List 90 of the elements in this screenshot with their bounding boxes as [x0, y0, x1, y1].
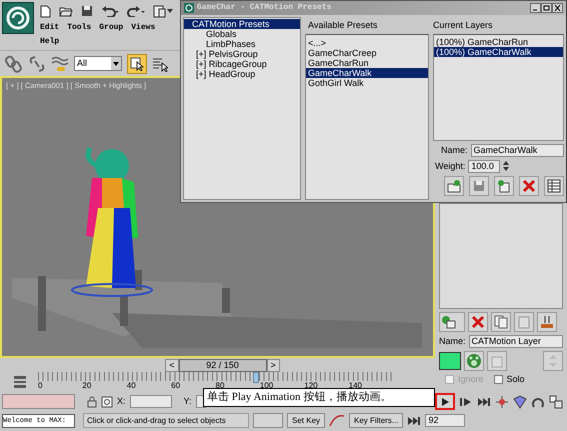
- track-bar-toggle-icon[interactable]: [12, 375, 28, 389]
- tree-item[interactable]: [+] PelvisGroup: [184, 49, 300, 59]
- tick-label: 60: [171, 381, 182, 391]
- next-frame-icon[interactable]: [459, 396, 473, 406]
- y-label: Y:: [184, 396, 192, 407]
- field-of-view-icon[interactable]: [513, 394, 527, 408]
- menu-item[interactable]: Group: [95, 22, 128, 36]
- tick-label: 100: [260, 381, 274, 391]
- new-file-icon[interactable]: [40, 4, 51, 18]
- layer-color-swatch[interactable]: [439, 352, 461, 370]
- delete-icon[interactable]: [468, 312, 488, 332]
- weight-field[interactable]: 100.0: [468, 160, 500, 173]
- key-mode-field[interactable]: [253, 413, 283, 428]
- name-label: Name:: [441, 144, 468, 156]
- set-key-button[interactable]: Set Key: [287, 413, 326, 428]
- tree-item[interactable]: Globals: [184, 29, 300, 39]
- preset-name-field[interactable]: GameCharWalk: [470, 144, 564, 157]
- menu-item[interactable]: Help: [36, 36, 64, 49]
- maximize-icon: [543, 5, 550, 11]
- new-layer-icon[interactable]: [494, 176, 514, 196]
- table-icon[interactable]: [544, 176, 564, 196]
- preset-item[interactable]: <...>: [306, 38, 428, 48]
- layer-name-field[interactable]: CATMotion Layer: [468, 335, 563, 348]
- undo-icon[interactable]: [101, 5, 119, 17]
- go-to-end-icon[interactable]: [477, 396, 491, 406]
- select-by-name-icon[interactable]: [152, 56, 168, 72]
- list-heading: Current Layers: [433, 20, 494, 31]
- tick-label: 0: [38, 381, 44, 391]
- delete-icon[interactable]: [519, 176, 539, 196]
- layer-item[interactable]: (100%) GameCharWalk: [434, 46, 563, 57]
- minimize-button[interactable]: [530, 3, 541, 13]
- app-logo[interactable]: [2, 2, 34, 34]
- x-coordinate-field[interactable]: [130, 395, 172, 408]
- menu-item[interactable]: Views: [127, 22, 160, 36]
- tree-item[interactable]: [+] HeadGroup: [184, 69, 300, 79]
- instruction-tooltip: 单击 Play Animation 按钮，播放动画。: [203, 388, 435, 407]
- preset-item[interactable]: GameCharRun: [306, 58, 428, 68]
- weight-label: Weight:: [435, 160, 466, 172]
- load-preset-icon[interactable]: [444, 176, 464, 196]
- tick-label: 140: [348, 381, 363, 391]
- play-button[interactable]: [435, 393, 455, 410]
- link-icon[interactable]: [5, 54, 23, 72]
- pan-icon[interactable]: [495, 394, 509, 408]
- selection-filter-dropdown[interactable]: All: [74, 56, 122, 71]
- maximize-viewport-icon[interactable]: [549, 394, 563, 408]
- tree-item[interactable]: LimbPhases: [184, 39, 300, 49]
- previous-frame-button[interactable]: <: [165, 358, 178, 372]
- window-title: GameChar - CATMotion Presets: [197, 3, 332, 13]
- checkbox[interactable]: Solo: [494, 374, 525, 385]
- play-icon: [440, 396, 450, 406]
- time-slider-thumb[interactable]: 92 / 150: [178, 358, 266, 372]
- target-icon[interactable]: [101, 396, 113, 408]
- preset-item[interactable]: GameCharCreep: [306, 48, 428, 58]
- window-app-icon: [184, 3, 194, 13]
- curve-icon[interactable]: [329, 414, 346, 427]
- tick-label: 120: [304, 381, 319, 391]
- close-button[interactable]: [552, 3, 563, 13]
- preset-item[interactable]: GothGirl Walk: [306, 78, 428, 88]
- project-folder-icon[interactable]: [153, 4, 173, 18]
- preset-item[interactable]: GameCharWalk: [306, 68, 428, 78]
- select-object-button[interactable]: [127, 54, 147, 74]
- list-heading: Available Presets: [308, 20, 378, 31]
- add-layer-button[interactable]: [439, 312, 465, 332]
- tick-label: 40: [126, 381, 137, 391]
- tick-label: 80: [216, 381, 226, 391]
- paw-icon[interactable]: [464, 351, 484, 371]
- caret-icon: [111, 57, 121, 70]
- x-label: X:: [117, 396, 126, 407]
- maximize-button[interactable]: [541, 3, 552, 13]
- tree-item[interactable]: [+] RibcageGroup: [184, 59, 300, 69]
- key-filters-button[interactable]: Key Filters...: [349, 413, 404, 428]
- spinner-icon[interactable]: [503, 160, 510, 172]
- wave-icon[interactable]: [51, 54, 69, 72]
- open-folder-icon[interactable]: [59, 5, 73, 17]
- menu-item[interactable]: Tools: [63, 22, 96, 36]
- layer-item[interactable]: (100%) GameCharRun: [434, 36, 563, 47]
- lock-icon[interactable]: [87, 396, 97, 408]
- key-mode-icon[interactable]: [407, 416, 422, 426]
- copy-icon[interactable]: [491, 312, 511, 332]
- close-icon: [554, 5, 561, 11]
- next-frame-button[interactable]: >: [266, 358, 280, 372]
- tick-label: 20: [82, 381, 92, 391]
- redo-icon[interactable]: [127, 5, 145, 17]
- save-icon[interactable]: [81, 5, 93, 17]
- menu-item[interactable]: Edit: [36, 22, 64, 36]
- unlink-icon[interactable]: [28, 54, 46, 72]
- current-frame-marker[interactable]: [252, 372, 259, 383]
- frame-field[interactable]: 92: [425, 414, 466, 427]
- name-label: Name:: [439, 336, 466, 347]
- tree-item[interactable]: CATMotion Presets: [184, 19, 300, 29]
